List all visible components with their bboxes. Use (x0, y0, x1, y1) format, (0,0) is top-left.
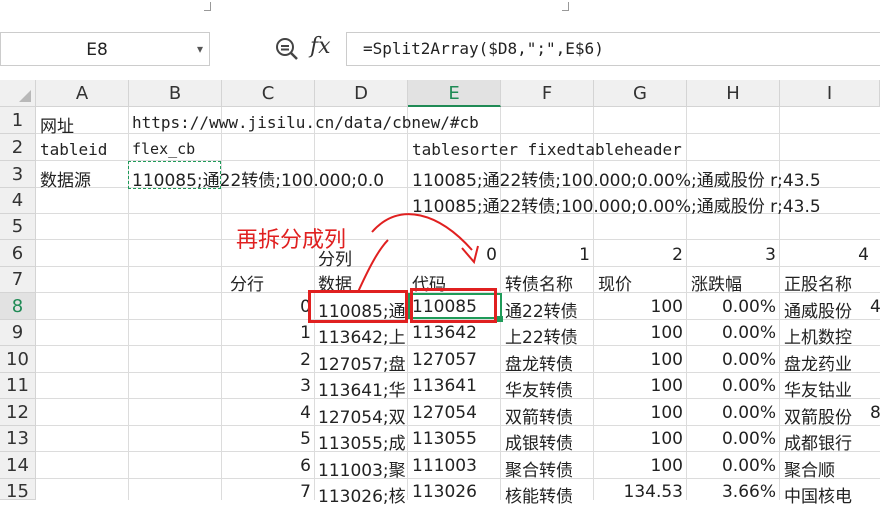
annotation-arrows (357, 213, 479, 293)
